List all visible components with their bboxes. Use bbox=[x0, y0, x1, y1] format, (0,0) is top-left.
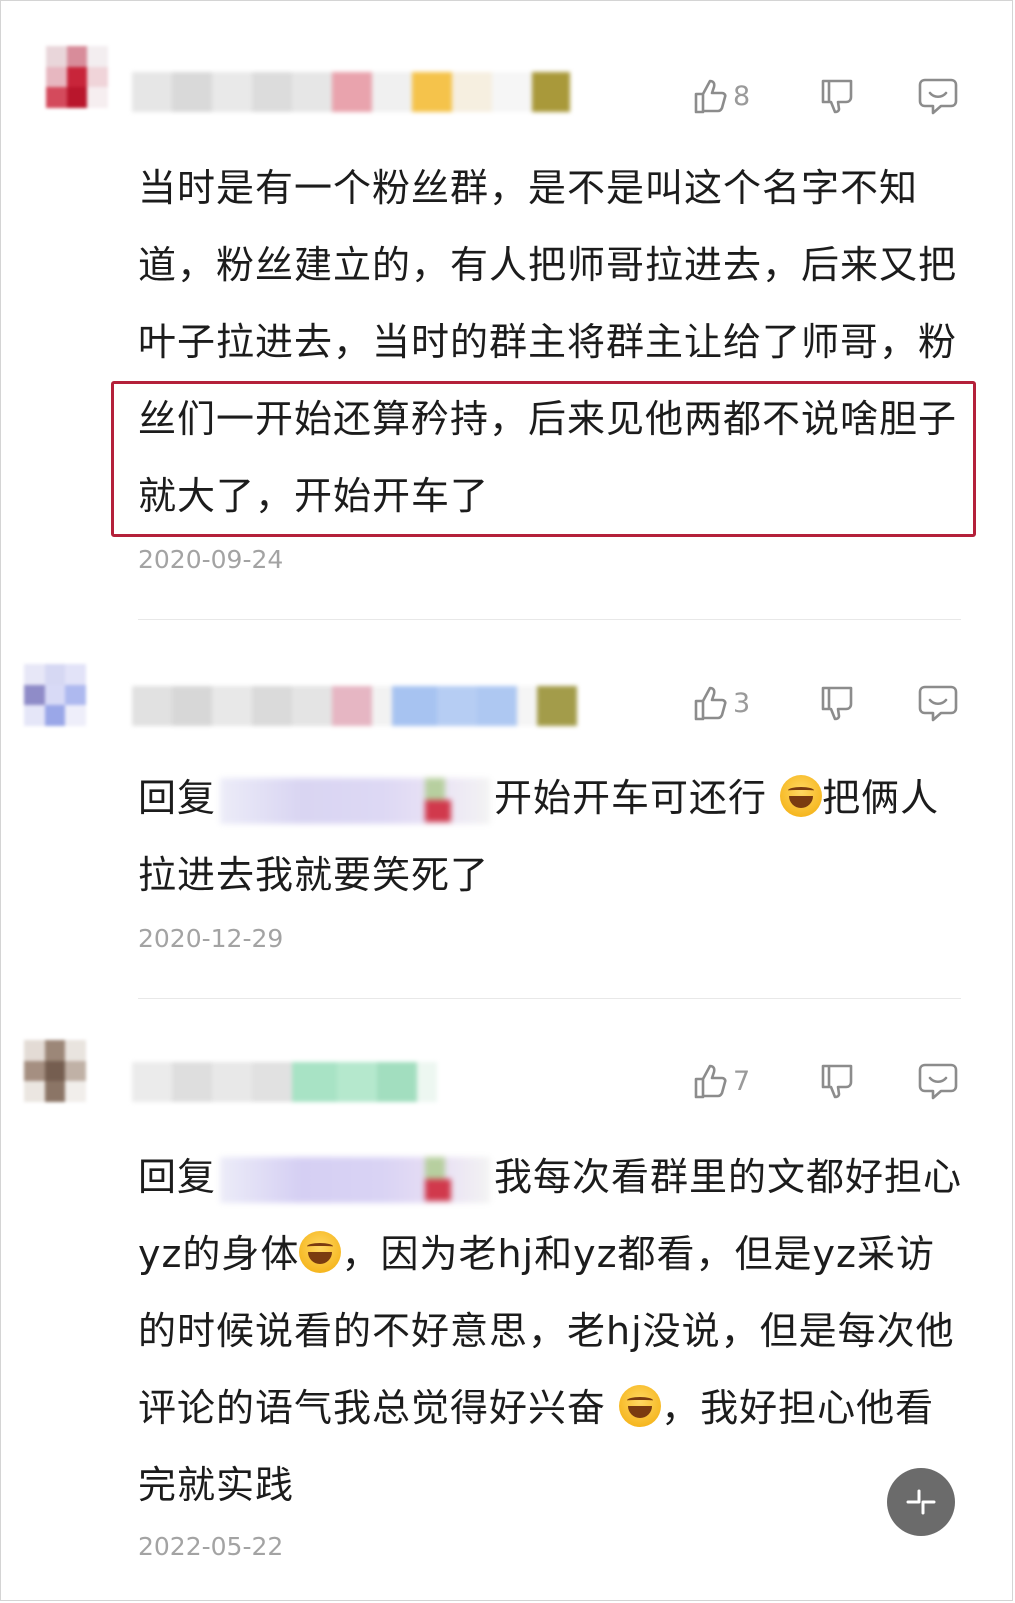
comment-date: 2020-12-29 bbox=[138, 924, 284, 953]
collapse-button[interactable] bbox=[887, 1468, 955, 1536]
divider bbox=[138, 998, 961, 999]
dislike-button[interactable] bbox=[817, 683, 857, 723]
thumbs-down-icon bbox=[817, 1061, 857, 1101]
comment-text: 回复 开始开车可还行 把俩人拉进去我就要笑死了 bbox=[138, 760, 968, 914]
comment-bubble-icon bbox=[917, 76, 959, 116]
comment-date: 2020-09-24 bbox=[138, 545, 284, 574]
highlight-box bbox=[111, 381, 976, 537]
like-button[interactable]: 3 bbox=[690, 683, 761, 723]
username[interactable] bbox=[132, 686, 577, 726]
divider bbox=[138, 619, 961, 620]
reply-prefix: 回复 bbox=[138, 776, 217, 820]
username[interactable] bbox=[132, 72, 570, 112]
laughing-tears-emoji-icon bbox=[619, 1385, 662, 1427]
thumbs-down-icon bbox=[817, 76, 857, 116]
like-button[interactable]: 8 bbox=[690, 76, 761, 116]
avatar[interactable] bbox=[24, 664, 86, 726]
like-count: 7 bbox=[733, 1065, 751, 1097]
thumbs-up-icon bbox=[690, 76, 730, 116]
reply-button[interactable] bbox=[917, 1061, 959, 1101]
dislike-button[interactable] bbox=[817, 1061, 857, 1101]
comment-text-part: 开始开车可还行 bbox=[494, 776, 768, 820]
avatar[interactable] bbox=[24, 1040, 86, 1102]
thumbs-down-icon bbox=[817, 683, 857, 723]
avatar[interactable] bbox=[46, 46, 108, 108]
comment-actions: 7 bbox=[690, 1061, 959, 1101]
reply-prefix: 回复 bbox=[138, 1155, 217, 1199]
thumbs-up-icon bbox=[690, 683, 730, 723]
like-button[interactable]: 7 bbox=[690, 1061, 761, 1101]
comment-actions: 3 bbox=[690, 683, 959, 723]
dislike-button[interactable] bbox=[817, 76, 857, 116]
reply-button[interactable] bbox=[917, 76, 959, 116]
comment-actions: 8 bbox=[690, 76, 959, 116]
laughing-tears-emoji-icon bbox=[299, 1231, 342, 1273]
thumbs-up-icon bbox=[690, 1061, 730, 1101]
mention-username[interactable] bbox=[220, 1156, 491, 1203]
collapse-icon bbox=[904, 1485, 938, 1519]
mention-username[interactable] bbox=[220, 777, 491, 824]
like-count: 8 bbox=[733, 80, 751, 112]
username[interactable] bbox=[132, 1062, 437, 1102]
comment-bubble-icon bbox=[917, 1061, 959, 1101]
reply-button[interactable] bbox=[917, 683, 959, 723]
like-count: 3 bbox=[733, 687, 751, 719]
comment-date: 2022-05-22 bbox=[138, 1532, 284, 1561]
comment-bubble-icon bbox=[917, 683, 959, 723]
laughing-emoji-icon bbox=[780, 775, 823, 817]
comment-text: 回复 我每次看群里的文都好担心yz的身体 ，因为老hj和yz都看，但是yz采访的时候… bbox=[138, 1139, 968, 1524]
